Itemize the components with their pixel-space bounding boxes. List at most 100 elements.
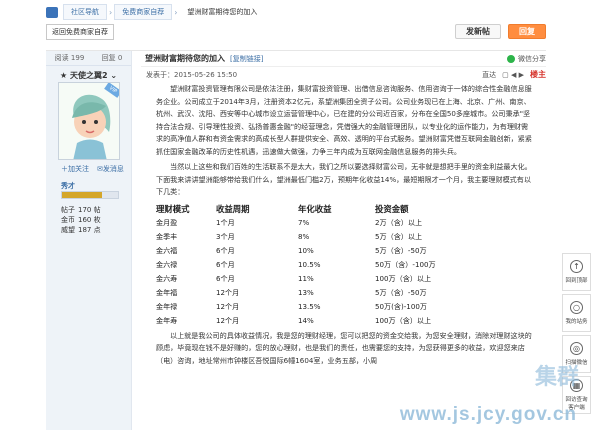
post-time: 发表于：2015-05-26 15:50	[146, 70, 238, 79]
table-cell: 12个月	[216, 301, 240, 311]
table-cell: 6个月	[216, 259, 235, 269]
author-level: 秀才	[61, 182, 75, 190]
post-meta-actions: 直达 ▢ ◀ ▶ 楼主	[482, 69, 546, 80]
username-text: 天使之翼2	[69, 71, 108, 80]
reply-button[interactable]: 回复	[508, 24, 546, 39]
stat-prestige: 威望 187 点	[61, 226, 101, 234]
replies-count: 回复 0	[102, 53, 123, 63]
table-row: 金年禄 12个月 13.5% 50万(含)-100万	[156, 300, 446, 314]
table-cell: 10%	[298, 245, 314, 255]
table-cell: 5万（含）-50万	[375, 287, 427, 297]
post-actions: 发新帖 回复	[455, 24, 546, 39]
table-cell: 8%	[298, 231, 310, 241]
post-toolbar: 返回免费商家自荐 发新帖 回复	[46, 23, 546, 40]
post-main: 望洲财富期待您的加入 [复制链接] 微信分享 发表于：2015-05-26 15…	[141, 51, 546, 430]
message-button[interactable]: ✉发消息	[97, 164, 124, 174]
post-body: 望洲财富投资管理有限公司是依法注册，集财富投资管理、出借信息咨询服务、信用咨询于…	[141, 83, 533, 367]
table-cell: 13%	[298, 287, 314, 297]
author-stats: 帖子 170 帖 金币 160 枚 威望 187 点	[61, 205, 101, 235]
returns-table-header: 理财模式 收益周期 年化收益 投资金额	[156, 202, 446, 216]
table-row: 金月盈 1个月 7% 2万（含）以上	[156, 216, 446, 230]
table-cell: 50万（含）-100万	[375, 259, 436, 269]
table-cell: 12个月	[216, 287, 240, 297]
floor-stepper-icon[interactable]: ▢ ◀ ▶	[502, 71, 524, 79]
jump-label[interactable]: 直达	[482, 70, 496, 80]
table-cell: 10.5%	[298, 259, 321, 269]
post-meta: 发表于：2015-05-26 15:50 直达 ▢ ◀ ▶ 楼主	[141, 67, 546, 82]
back-to-top-button[interactable]: ↑ 回到顶部	[562, 253, 591, 291]
wechat-icon	[507, 54, 515, 63]
stat-posts: 帖子 170 帖	[61, 206, 101, 214]
wechat-share-button[interactable]: 微信分享	[507, 54, 546, 64]
table-cell: 12个月	[216, 315, 240, 325]
floor-label: 楼主	[530, 70, 546, 79]
table-cell: 50万(含)-100万	[375, 301, 427, 311]
table-cell: 金季丰	[156, 231, 178, 241]
level-progress-bar	[61, 191, 119, 199]
chevron-right-icon: ›	[109, 7, 113, 17]
table-cell: 金六寿	[156, 273, 178, 283]
breadcrumb-current-post: 望洲财富期待您的加入	[179, 4, 266, 20]
post-container: 阅读 199 回复 0 ★ 天使之翼2 ⌄ VIP ＋加关注 ✉发消息 秀才 帖…	[46, 50, 546, 430]
follow-button[interactable]: ＋加关注	[61, 164, 89, 174]
table-cell: 金年禄	[156, 301, 178, 311]
table-cell: 100万（含）以上	[375, 273, 432, 283]
my-station-button[interactable]: ○ 我的站务	[562, 294, 591, 332]
table-cell: 14%	[298, 315, 314, 325]
arrow-up-icon: ↑	[570, 260, 583, 273]
post-summary-paragraph: 以上就是我公司的具体收益情况，我是您的理财经理，您可以把您的资金交给我，为您安全…	[156, 330, 532, 365]
message-label: 发消息	[102, 165, 124, 173]
chevron-right-icon: ›	[174, 7, 178, 17]
table-row: 金六福 6个月 10% 5万（含）-50万	[156, 244, 446, 258]
table-cell: 金月盈	[156, 217, 178, 227]
post-offer-paragraph: 当然以上这些和我们百姓的生活联系不是太大，我们之所以要选择财富公司，无非就是想把…	[156, 162, 532, 196]
table-header-cell: 投资金额	[375, 203, 409, 214]
table-row: 金季丰 3个月 8% 5万（含）以上	[156, 230, 446, 244]
post-title-row: 望洲财富期待您的加入 [复制链接] 微信分享	[141, 51, 546, 67]
table-header-cell: 理财模式	[156, 203, 190, 214]
table-cell: 金六禄	[156, 259, 178, 269]
table-cell: 金年寿	[156, 315, 178, 325]
table-cell: 5万（含）-50万	[375, 245, 427, 255]
table-row: 金六寿 6个月 11% 100万（含）以上	[156, 272, 446, 286]
author-username[interactable]: ★ 天使之翼2 ⌄	[60, 70, 117, 81]
replies-value: 0	[117, 54, 123, 62]
post-title: 望洲财富期待您的加入	[145, 54, 225, 63]
new-post-button[interactable]: 发新帖	[455, 24, 501, 39]
views-value: 199	[70, 54, 85, 62]
table-header-cell: 年化收益	[298, 203, 332, 214]
table-cell: 5万（含）以上	[375, 231, 423, 241]
table-cell: 3个月	[216, 231, 235, 241]
author-avatar[interactable]: VIP	[58, 82, 120, 160]
table-header-cell: 收益周期	[216, 203, 250, 214]
table-cell: 金六福	[156, 245, 178, 255]
replies-label: 回复	[101, 54, 116, 62]
breadcrumb-free-merchants[interactable]: 免费商家自荐	[114, 4, 173, 20]
view-reply-counts: 阅读 199 回复 0	[46, 51, 131, 66]
avatar-image-icon	[59, 83, 119, 159]
watermark-chinese: 集群	[534, 365, 579, 390]
author-actions: ＋加关注 ✉发消息	[61, 164, 124, 174]
views-count: 阅读 199	[55, 53, 85, 63]
home-icon[interactable]	[46, 6, 58, 18]
table-cell: 7%	[298, 217, 310, 227]
table-cell: 100万（含）以上	[375, 315, 432, 325]
follow-label: 加关注	[68, 165, 89, 173]
table-cell: 1个月	[216, 217, 235, 227]
table-cell: 13.5%	[298, 301, 321, 311]
breadcrumb-community-nav[interactable]: 社区导航	[63, 4, 107, 20]
level-progress-fill	[62, 192, 103, 198]
author-sidebar: 阅读 199 回复 0 ★ 天使之翼2 ⌄ VIP ＋加关注 ✉发消息 秀才 帖…	[46, 51, 132, 430]
back-to-board-link[interactable]: 返回免费商家自荐	[46, 23, 114, 40]
returns-table: 理财模式 收益周期 年化收益 投资金额金月盈 1个月 7% 2万（含）以上金季丰 3个月 8% 5…	[156, 202, 446, 328]
table-cell: 金年福	[156, 287, 178, 297]
table-cell: 2万（含）以上	[375, 217, 423, 227]
headset-icon: ○	[570, 301, 583, 314]
copy-link-button[interactable]: [复制链接]	[230, 54, 263, 64]
table-row: 金年福 12个月 13% 5万（含）-50万	[156, 286, 446, 300]
table-row: 金年寿 12个月 14% 100万（含）以上	[156, 314, 446, 328]
views-label: 阅读	[54, 54, 69, 62]
table-cell: 11%	[298, 273, 314, 283]
post-intro-paragraph: 望洲财富投资管理有限公司是依法注册，集财富投资管理、出借信息咨询服务、信用咨询于…	[156, 84, 532, 156]
floating-tools: ↑ 回到顶部 ○ 我的站务 ◎ 扫描微信 ▦ 回访查询 客户端	[562, 253, 591, 417]
